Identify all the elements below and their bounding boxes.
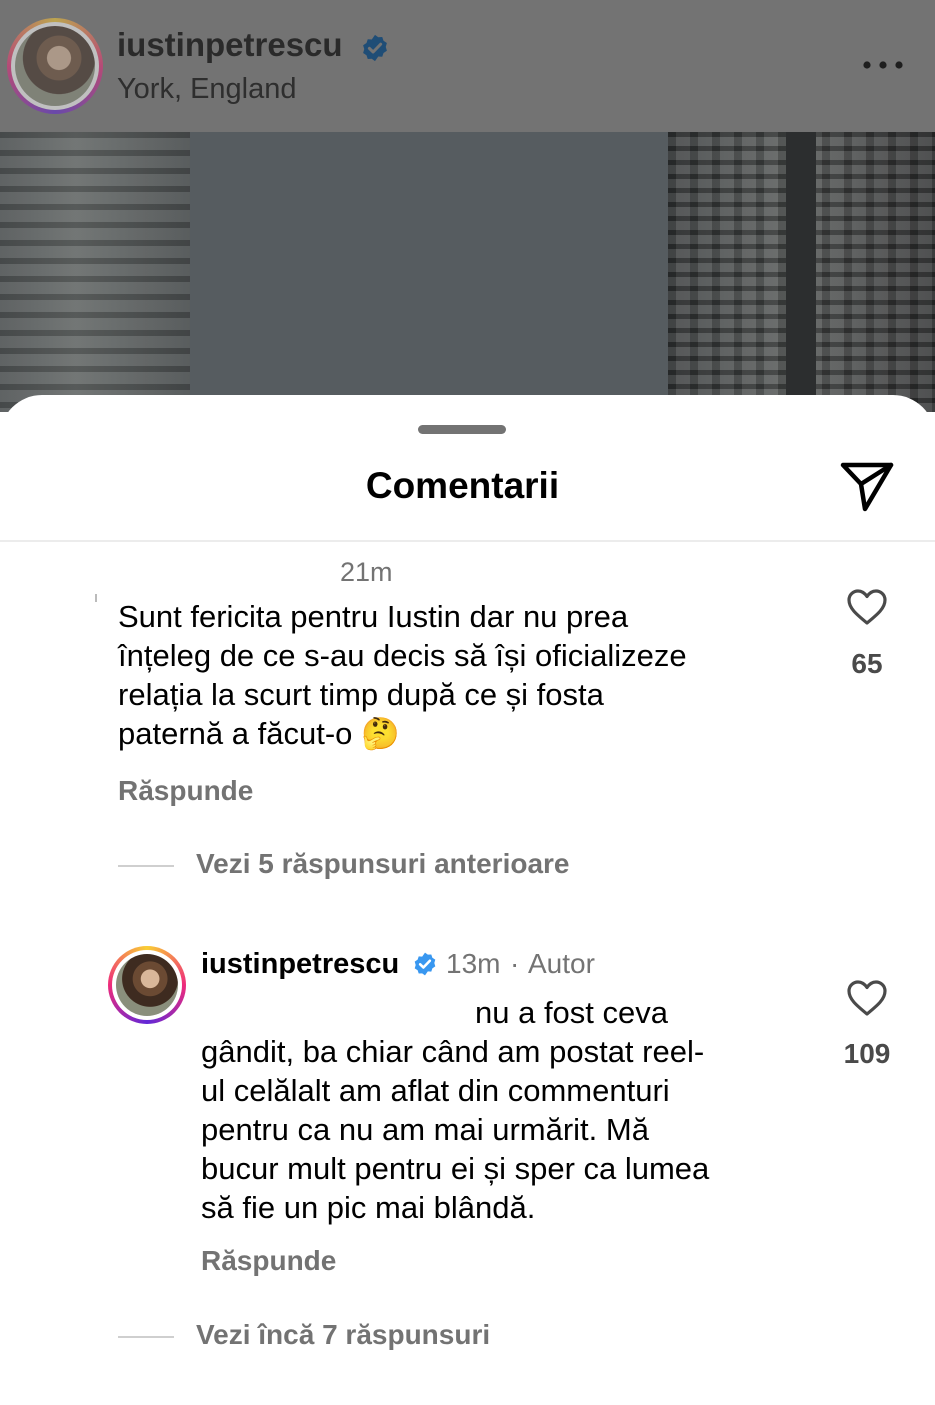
view-previous-replies-button[interactable]: Vezi 5 răspunsuri anterioare xyxy=(196,848,570,880)
reply-author-avatar[interactable] xyxy=(108,946,186,1024)
comment-author-avatar-fragment xyxy=(95,594,97,602)
reply-text-first-line: nu a fost ceva xyxy=(475,995,669,1030)
reply-timestamp: 13m xyxy=(446,948,501,979)
post-image-pillar-right xyxy=(668,132,935,412)
post-image-pillar-left xyxy=(0,132,190,412)
like-count: 109 xyxy=(843,1038,891,1069)
thread-line xyxy=(118,865,174,867)
post-author-avatar[interactable] xyxy=(7,18,103,114)
heart-outline-icon[interactable] xyxy=(846,979,888,1017)
comment-text: Sunt fericita pentru Iustin dar nu prea … xyxy=(118,599,687,751)
sheet-divider xyxy=(0,540,935,542)
post-location[interactable]: York, England xyxy=(117,73,297,106)
sheet-title: Comentarii xyxy=(365,465,560,506)
comment-timestamp: 21m xyxy=(340,557,393,587)
author-label: Autor xyxy=(528,948,595,979)
post-image xyxy=(0,132,935,412)
comments-sheet: Comentarii 21m Sunt fericita pentru Iust… xyxy=(0,395,935,1405)
reply-button[interactable]: Răspunde xyxy=(118,775,253,807)
view-more-replies-button[interactable]: Vezi încă 7 răspunsuri xyxy=(196,1319,490,1351)
heart-outline-icon[interactable] xyxy=(846,588,888,626)
sheet-drag-handle[interactable] xyxy=(418,425,506,434)
verified-badge-icon xyxy=(414,952,436,976)
post-author-username[interactable]: iustinpetrescu xyxy=(117,26,343,64)
reply-text: gândit, ba chiar când am postat reel- ul… xyxy=(201,1034,710,1225)
more-horizontal-icon[interactable] xyxy=(858,50,908,80)
meta-separator: · xyxy=(510,948,520,979)
post-header: iustinpetrescu York, England xyxy=(0,0,935,132)
paper-plane-icon[interactable] xyxy=(838,459,896,513)
verified-badge-icon xyxy=(363,34,387,62)
like-count: 65 xyxy=(851,648,883,679)
thread-line xyxy=(118,1336,174,1338)
reply-author-username[interactable]: iustinpetrescu xyxy=(201,948,399,981)
reply-button[interactable]: Răspunde xyxy=(201,1245,336,1277)
